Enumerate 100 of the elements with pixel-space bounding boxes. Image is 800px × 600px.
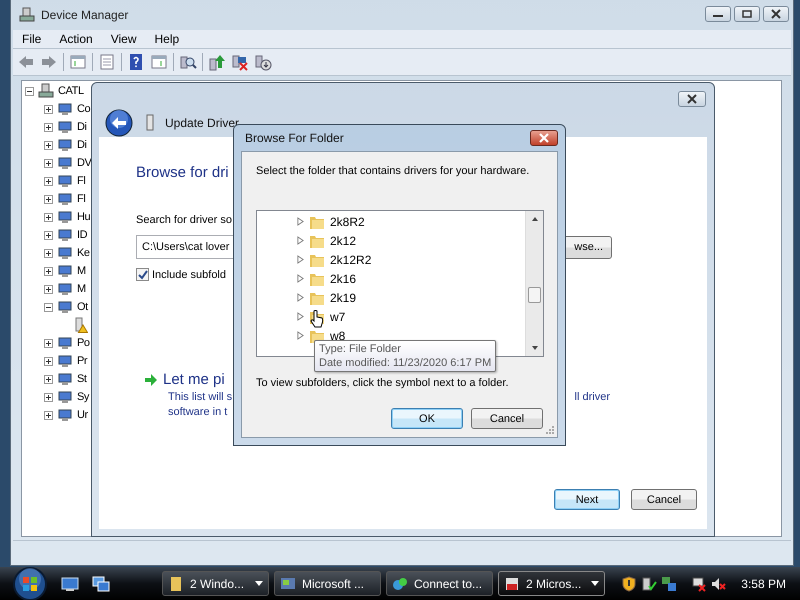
- window-title: Device Manager: [41, 8, 128, 22]
- device-icon: [57, 155, 73, 171]
- taskbar-button[interactable]: Connect to...: [386, 571, 493, 596]
- device-icon: [57, 173, 73, 189]
- tree-item[interactable]: Fl: [77, 175, 86, 187]
- tree-item[interactable]: Fl: [77, 193, 86, 205]
- device-check-icon[interactable]: [641, 576, 658, 592]
- close-icon: [538, 133, 550, 143]
- resize-grip-icon[interactable]: [545, 425, 555, 435]
- update-driver-icon[interactable]: [208, 53, 226, 71]
- scroll-up-icon[interactable]: [530, 216, 538, 222]
- console-tree-icon[interactable]: [69, 53, 87, 71]
- folder-item[interactable]: 2k8R2: [330, 214, 365, 228]
- expand-icon[interactable]: [44, 356, 53, 366]
- checkbox[interactable]: [136, 268, 149, 281]
- folder-item[interactable]: 2k19: [330, 290, 356, 304]
- caret-icon[interactable]: [255, 581, 263, 586]
- back-icon[interactable]: [17, 53, 35, 71]
- menu-item[interactable]: Action: [50, 32, 102, 46]
- shield-icon[interactable]: [621, 576, 638, 592]
- close-button[interactable]: [763, 6, 789, 22]
- show-pane-icon[interactable]: [150, 53, 168, 71]
- tree-item[interactable]: St: [77, 373, 87, 385]
- expand-icon[interactable]: [44, 158, 53, 168]
- expand-icon[interactable]: [44, 248, 53, 258]
- menu-item[interactable]: File: [13, 32, 50, 46]
- folder-item[interactable]: 2k12R2: [330, 252, 372, 266]
- scrollbar[interactable]: [525, 211, 543, 356]
- expand-icon[interactable]: [44, 230, 53, 240]
- next-button[interactable]: Next: [554, 489, 620, 510]
- expand-icon[interactable]: [44, 410, 53, 420]
- taskbar-button[interactable]: Microsoft ...: [274, 571, 381, 596]
- tree-item[interactable]: Sy: [77, 391, 90, 403]
- tree-item[interactable]: ID: [77, 229, 88, 241]
- show-desktop-icon[interactable]: [61, 576, 79, 592]
- help-icon[interactable]: [127, 53, 145, 71]
- tree-item[interactable]: Hu: [77, 211, 90, 223]
- expand-icon[interactable]: [44, 338, 53, 348]
- disable-device-icon[interactable]: [254, 53, 272, 71]
- scroll-down-icon[interactable]: [530, 345, 538, 351]
- tree-item[interactable]: M: [77, 283, 86, 295]
- tree-item[interactable]: Di: [77, 139, 87, 151]
- taskbar-button[interactable]: 2 Windo...: [162, 571, 269, 596]
- close-button[interactable]: [530, 130, 558, 146]
- start-button[interactable]: [12, 566, 48, 600]
- expand-icon[interactable]: [44, 140, 53, 150]
- tree-item[interactable]: Ur: [77, 409, 88, 421]
- expand-icon[interactable]: [44, 374, 53, 384]
- network-icon[interactable]: [661, 576, 678, 592]
- folder-item[interactable]: 2k16: [330, 272, 356, 286]
- scroll-thumb[interactable]: [528, 287, 541, 303]
- clock[interactable]: 3:58 PM: [741, 576, 786, 590]
- cancel-button[interactable]: Cancel: [471, 408, 543, 429]
- properties-icon[interactable]: [98, 53, 116, 71]
- folder-icon: [168, 576, 184, 592]
- device-icon: [57, 353, 73, 369]
- device-icon: [57, 263, 73, 279]
- tree-item[interactable]: M: [77, 265, 86, 277]
- uninstall-icon[interactable]: [231, 53, 249, 71]
- expand-icon[interactable]: [44, 392, 53, 402]
- tree-item[interactable]: CATL: [58, 85, 84, 97]
- maximize-button[interactable]: [734, 6, 760, 22]
- close-button[interactable]: [678, 91, 706, 107]
- network-disconnected-icon[interactable]: [691, 576, 708, 592]
- ok-button[interactable]: OK: [391, 408, 463, 429]
- cancel-button[interactable]: Cancel: [631, 489, 697, 510]
- tree-item[interactable]: Ot: [77, 301, 88, 313]
- tree-item[interactable]: DV: [77, 157, 92, 169]
- device-icon: [57, 371, 73, 387]
- expand-icon[interactable]: [44, 212, 53, 222]
- back-button[interactable]: [105, 108, 133, 136]
- switch-windows-icon[interactable]: [92, 576, 110, 592]
- taskbar-button[interactable]: 2 Micros...: [498, 571, 605, 596]
- expand-icon[interactable]: [44, 284, 53, 294]
- menu-item[interactable]: Help: [146, 32, 188, 46]
- tree-item[interactable]: Di: [77, 121, 87, 133]
- tree-item[interactable]: Co: [77, 103, 90, 115]
- forward-icon[interactable]: [40, 53, 58, 71]
- expand-icon[interactable]: [44, 104, 53, 114]
- folder-item[interactable]: w7: [330, 310, 346, 324]
- option-link[interactable]: Let me pi: [163, 371, 225, 388]
- expand-icon[interactable]: [44, 266, 53, 276]
- tree-item[interactable]: Ke: [77, 247, 90, 259]
- tree-item[interactable]: Pr: [77, 355, 88, 367]
- expand-icon[interactable]: [44, 194, 53, 204]
- menu-item[interactable]: View: [102, 32, 146, 46]
- warning-device-icon[interactable]: [74, 317, 88, 333]
- device-icon: [57, 407, 73, 423]
- expand-icon[interactable]: [44, 176, 53, 186]
- checkbox-label: Include subfold: [152, 268, 226, 280]
- volume-muted-icon[interactable]: [711, 576, 728, 592]
- caret-icon[interactable]: [591, 581, 599, 586]
- folder-item[interactable]: w8: [330, 328, 346, 342]
- collapse-icon[interactable]: [44, 302, 53, 312]
- folder-item[interactable]: 2k12: [330, 234, 356, 248]
- minimize-button[interactable]: [705, 6, 731, 22]
- device-icon: [57, 119, 73, 135]
- expand-icon[interactable]: [44, 122, 53, 132]
- tree-item[interactable]: Po: [77, 337, 90, 349]
- collapse-icon[interactable]: [25, 86, 34, 96]
